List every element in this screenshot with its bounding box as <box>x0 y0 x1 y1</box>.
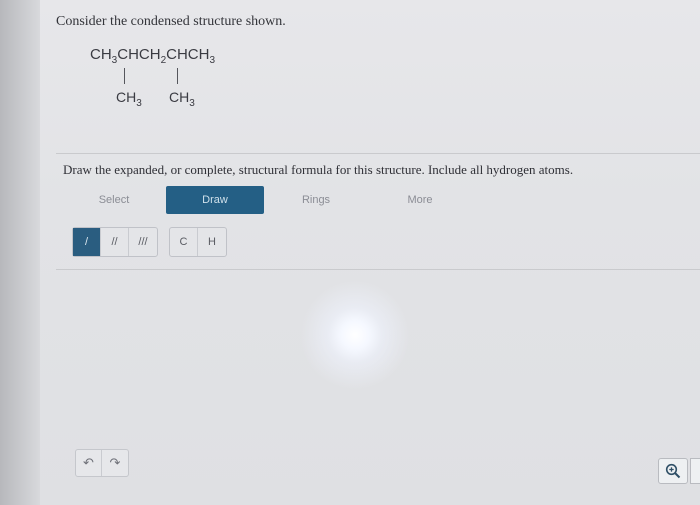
tab-rings[interactable]: Rings <box>274 186 358 214</box>
redo-icon[interactable]: ↷ <box>102 450 128 476</box>
question-prompt: Consider the condensed structure shown. <box>56 14 286 29</box>
tab-more[interactable]: More <box>378 186 462 214</box>
history-controls: ↶ ↷ <box>75 449 129 477</box>
branch-bond-2 <box>177 68 178 84</box>
condensed-formula: CH3CHCH2CHCH3 <box>90 46 216 66</box>
branch-bond-1 <box>124 68 125 84</box>
next-control-edge[interactable] <box>690 458 700 484</box>
branch-methyl-2: CH3 <box>169 89 195 109</box>
triple-bond-icon[interactable]: /// <box>129 228 157 256</box>
bond-tool-group: / // /// <box>72 227 158 257</box>
single-bond-icon[interactable]: / <box>73 228 101 256</box>
screen-glare <box>300 280 410 390</box>
branch-methyl-1: CH3 <box>116 89 142 109</box>
instruction-text: Draw the expanded, or complete, structur… <box>63 162 574 177</box>
tab-draw[interactable]: Draw <box>166 186 264 214</box>
atom-tool-group: C H <box>169 227 227 257</box>
atom-carbon-button[interactable]: C <box>170 228 198 256</box>
tab-select[interactable]: Select <box>72 186 156 214</box>
page-shadow <box>0 0 40 505</box>
atom-hydrogen-button[interactable]: H <box>198 228 226 256</box>
zoom-in-icon <box>665 463 681 479</box>
double-bond-icon[interactable]: // <box>101 228 129 256</box>
undo-icon[interactable]: ↶ <box>76 450 102 476</box>
zoom-button[interactable] <box>658 458 688 484</box>
